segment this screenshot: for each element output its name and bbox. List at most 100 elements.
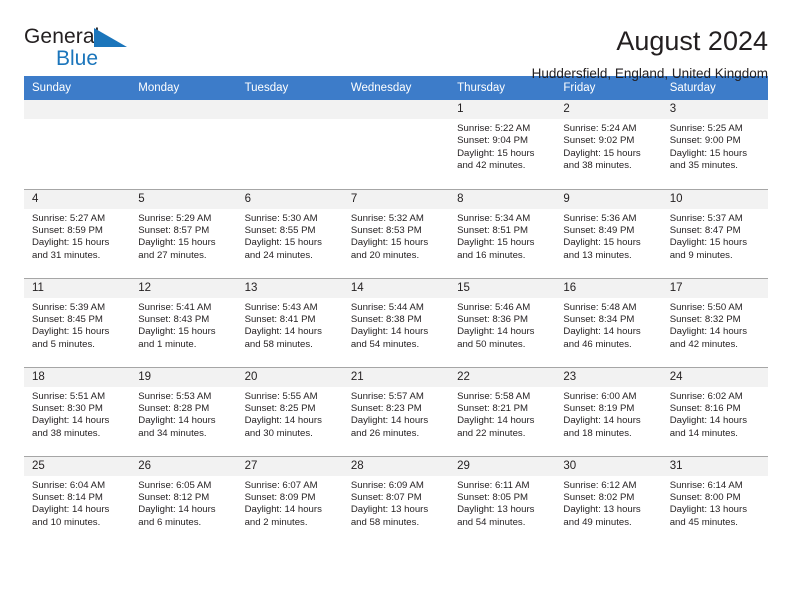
day-number [24, 100, 131, 119]
day-number [236, 100, 343, 119]
sunset-time: Sunset: 8:41 PM [244, 313, 316, 325]
day-number: 5 [130, 189, 237, 209]
daylight-duration: Daylight: 15 hours and 20 minutes. [350, 237, 429, 261]
calendar-empty-cell [24, 100, 131, 189]
day-number: 28 [342, 456, 450, 476]
daylight-duration: Daylight: 13 hours and 49 minutes. [563, 504, 641, 528]
day-details: Sunrise: 6:04 AM Sunset: 8:14 PM Daylight:… [24, 476, 130, 530]
calendar-day-cell[interactable]: 10 Sunrise: 5:37 AM Sunset: 8:47 PM Dayligh… [661, 188, 768, 278]
day-details: Sunrise: 5:24 AM Sunset: 9:02 PM Daylight:… [555, 119, 661, 173]
day-number: 16 [555, 278, 662, 298]
calendar-day-cell[interactable]: 28 Sunrise: 6:09 AM Sunset: 8:07 PM Dayligh… [342, 455, 450, 545]
day-details: Sunrise: 6:09 AM Sunset: 8:07 PM Daylight:… [343, 476, 449, 530]
sunrise-time: Sunrise: 5:50 AM [669, 301, 743, 313]
day-details: Sunrise: 6:12 AM Sunset: 8:02 PM Daylight:… [555, 476, 661, 530]
sunrise-time: Sunrise: 6:05 AM [138, 479, 212, 491]
calendar-day-cell[interactable]: 16 Sunrise: 5:48 AM Sunset: 8:34 PM Dayligh… [555, 277, 662, 367]
day-number: 4 [24, 189, 131, 209]
day-details: Sunrise: 5:44 AM Sunset: 8:38 PM Daylight:… [343, 298, 449, 352]
sunrise-time: Sunrise: 5:29 AM [138, 212, 212, 224]
calendar-day-cell[interactable]: 3 Sunrise: 5:25 AM Sunset: 9:00 PM Daylight… [661, 100, 768, 189]
calendar-day-cell[interactable]: 23 Sunrise: 6:00 AM Sunset: 8:19 PM Dayligh… [555, 366, 662, 456]
daylight-duration: Daylight: 14 hours and 6 minutes. [138, 504, 216, 528]
calendar-day-cell[interactable]: 18 Sunrise: 5:51 AM Sunset: 8:30 PM Dayligh… [24, 366, 131, 456]
daylight-duration: Daylight: 15 hours and 27 minutes. [138, 237, 216, 261]
daylight-duration: Daylight: 15 hours and 38 minutes. [563, 147, 641, 172]
sunset-time: Sunset: 8:38 PM [350, 313, 422, 325]
calendar-day-cell[interactable]: 7 Sunrise: 5:32 AM Sunset: 8:53 PM Daylight… [342, 188, 450, 278]
calendar-day-cell[interactable]: 8 Sunrise: 5:34 AM Sunset: 8:51 PM Daylight… [449, 188, 556, 278]
sunset-time: Sunset: 8:30 PM [32, 402, 103, 414]
calendar-day-cell[interactable]: 27 Sunrise: 6:07 AM Sunset: 8:09 PM Dayligh… [236, 455, 343, 545]
title-block: August 2024 Huddersfield, England, Unite… [532, 26, 768, 82]
daylight-duration: Daylight: 14 hours and 46 minutes. [563, 326, 641, 350]
daylight-duration: Daylight: 15 hours and 1 minute. [138, 326, 216, 350]
day-details: Sunrise: 5:34 AM Sunset: 8:51 PM Daylight:… [449, 209, 555, 263]
sunrise-time: Sunrise: 5:44 AM [350, 301, 424, 313]
calendar-day-cell[interactable]: 24 Sunrise: 6:02 AM Sunset: 8:16 PM Dayligh… [661, 366, 768, 456]
calendar-day-cell[interactable]: 5 Sunrise: 5:29 AM Sunset: 8:57 PM Daylight… [130, 188, 237, 278]
calendar-day-cell[interactable]: 4 Sunrise: 5:27 AM Sunset: 8:59 PM Daylight… [24, 188, 131, 278]
calendar-day-cell[interactable]: 17 Sunrise: 5:50 AM Sunset: 8:32 PM Dayligh… [661, 277, 768, 367]
sunrise-time: Sunrise: 5:57 AM [350, 390, 424, 402]
calendar-empty-cell [236, 100, 343, 189]
sunrise-time: Sunrise: 6:14 AM [669, 479, 743, 491]
day-number: 3 [661, 100, 768, 119]
sunrise-time: Sunrise: 5:34 AM [457, 212, 531, 224]
calendar-day-cell[interactable]: 12 Sunrise: 5:41 AM Sunset: 8:43 PM Dayligh… [130, 277, 237, 367]
daylight-duration: Daylight: 14 hours and 34 minutes. [138, 415, 216, 439]
sunset-time: Sunset: 8:36 PM [457, 313, 529, 325]
general-blue-logo[interactable]: General Blue [24, 26, 144, 72]
sunrise-time: Sunrise: 6:09 AM [350, 479, 424, 491]
sunrise-time: Sunrise: 5:24 AM [563, 123, 637, 134]
calendar-day-cell[interactable]: 25 Sunrise: 6:04 AM Sunset: 8:14 PM Dayligh… [24, 455, 131, 545]
calendar-day-cell[interactable]: 31 Sunrise: 6:14 AM Sunset: 8:00 PM Dayligh… [661, 455, 768, 545]
calendar-week-row: 18 Sunrise: 5:51 AM Sunset: 8:30 PM Dayligh… [24, 366, 768, 456]
sunrise-time: Sunrise: 5:36 AM [563, 212, 637, 224]
day-details: Sunrise: 5:46 AM Sunset: 8:36 PM Daylight:… [449, 298, 555, 352]
calendar-day-cell[interactable]: 1 Sunrise: 5:22 AM Sunset: 9:04 PM Daylight… [449, 100, 556, 189]
daylight-duration: Daylight: 15 hours and 24 minutes. [244, 237, 322, 261]
calendar-day-cell[interactable]: 21 Sunrise: 5:57 AM Sunset: 8:23 PM Dayligh… [342, 366, 450, 456]
day-details: Sunrise: 6:07 AM Sunset: 8:09 PM Daylight:… [237, 476, 343, 530]
daylight-duration: Daylight: 14 hours and 2 minutes. [244, 504, 322, 528]
weekday-header-sunday: Sunday [24, 76, 131, 100]
calendar-week-row: 1 Sunrise: 5:22 AM Sunset: 9:04 PM Daylight… [24, 100, 768, 189]
calendar-day-cell[interactable]: 6 Sunrise: 5:30 AM Sunset: 8:55 PM Daylight… [236, 188, 343, 278]
calendar-day-cell[interactable]: 19 Sunrise: 5:53 AM Sunset: 8:28 PM Dayligh… [130, 366, 237, 456]
calendar-day-cell[interactable]: 11 Sunrise: 5:39 AM Sunset: 8:45 PM Dayligh… [24, 277, 131, 367]
day-number: 27 [236, 456, 343, 476]
sunset-time: Sunset: 8:51 PM [457, 224, 529, 236]
sunset-time: Sunset: 9:02 PM [563, 135, 635, 147]
calendar-day-cell[interactable]: 20 Sunrise: 5:55 AM Sunset: 8:25 PM Dayligh… [236, 366, 343, 456]
day-details: Sunrise: 5:50 AM Sunset: 8:32 PM Daylight:… [662, 298, 768, 352]
sunset-time: Sunset: 8:23 PM [350, 402, 422, 414]
calendar-day-cell[interactable]: 29 Sunrise: 6:11 AM Sunset: 8:05 PM Dayligh… [449, 455, 556, 545]
calendar-day-cell[interactable]: 26 Sunrise: 6:05 AM Sunset: 8:12 PM Dayligh… [130, 455, 237, 545]
day-number: 19 [130, 367, 237, 387]
sunrise-time: Sunrise: 5:27 AM [32, 212, 106, 224]
day-number: 26 [130, 456, 237, 476]
calendar-day-cell[interactable]: 14 Sunrise: 5:44 AM Sunset: 8:38 PM Dayligh… [342, 277, 450, 367]
daylight-duration: Daylight: 15 hours and 13 minutes. [563, 237, 641, 261]
sunset-time: Sunset: 8:49 PM [563, 224, 635, 236]
day-details: Sunrise: 6:05 AM Sunset: 8:12 PM Daylight:… [130, 476, 236, 530]
sunrise-sunset-calendar: Sunday Monday Tuesday Wednesday Thursday… [24, 76, 768, 545]
sunset-time: Sunset: 8:43 PM [138, 313, 210, 325]
calendar-day-cell[interactable]: 13 Sunrise: 5:43 AM Sunset: 8:41 PM Dayligh… [236, 277, 343, 367]
sunset-time: Sunset: 8:32 PM [669, 313, 741, 325]
sunrise-time: Sunrise: 5:51 AM [32, 390, 106, 402]
day-details: Sunrise: 5:48 AM Sunset: 8:34 PM Daylight:… [555, 298, 661, 352]
calendar-day-cell[interactable]: 15 Sunrise: 5:46 AM Sunset: 8:36 PM Dayligh… [449, 277, 556, 367]
sunset-time: Sunset: 8:57 PM [138, 224, 210, 236]
daylight-duration: Daylight: 15 hours and 35 minutes. [669, 147, 748, 172]
day-number: 1 [449, 100, 556, 119]
calendar-day-cell[interactable]: 22 Sunrise: 5:58 AM Sunset: 8:21 PM Dayligh… [449, 366, 556, 456]
calendar-day-cell[interactable]: 30 Sunrise: 6:12 AM Sunset: 8:02 PM Dayligh… [555, 455, 662, 545]
sunrise-time: Sunrise: 6:12 AM [563, 479, 637, 491]
day-details: Sunrise: 5:53 AM Sunset: 8:28 PM Daylight:… [130, 387, 236, 441]
sunset-time: Sunset: 8:53 PM [350, 224, 422, 236]
calendar-day-cell[interactable]: 9 Sunrise: 5:36 AM Sunset: 8:49 PM Daylight… [555, 188, 662, 278]
calendar-day-cell[interactable]: 2 Sunrise: 5:24 AM Sunset: 9:02 PM Daylight… [555, 100, 662, 189]
sunrise-time: Sunrise: 6:00 AM [563, 390, 637, 402]
